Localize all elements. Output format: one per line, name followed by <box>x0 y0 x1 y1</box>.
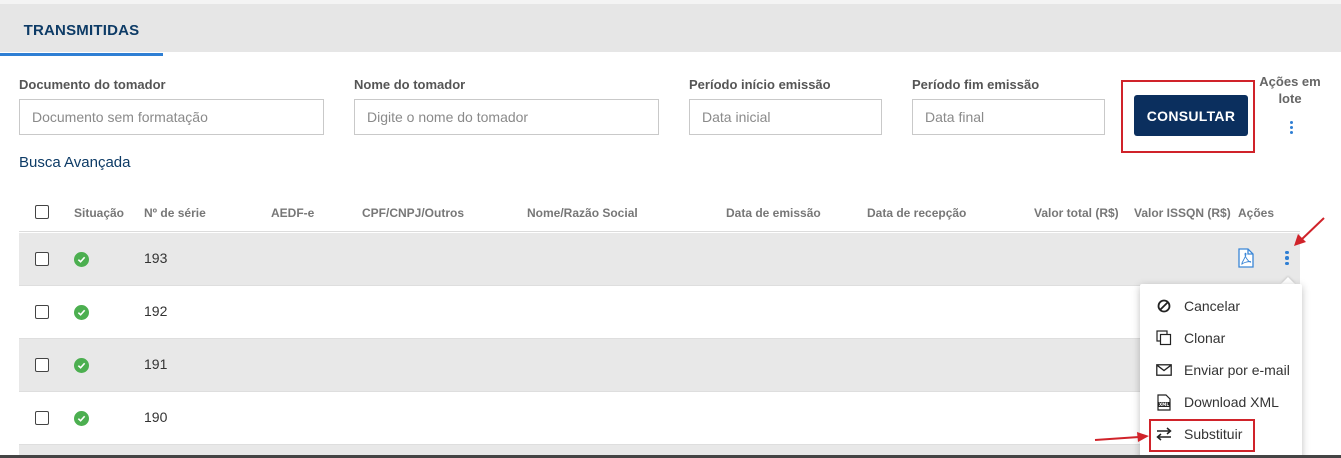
table-header: Situação Nº de série AEDF-e CPF/CNPJ/Out… <box>19 194 1300 232</box>
menu-item-label: Download XML <box>1184 394 1279 410</box>
data-inicial-input[interactable] <box>689 99 882 135</box>
header-emissao: Data de emissão <box>726 206 821 220</box>
svg-text:XML: XML <box>1159 402 1169 407</box>
annotation-arrow-kebab <box>1294 217 1325 246</box>
menu-item-enviar-email[interactable]: Enviar por e-mail <box>1140 354 1302 386</box>
menu-caret <box>1281 277 1295 284</box>
row-actions-menu-icon[interactable] <box>1280 249 1294 267</box>
row-checkbox[interactable] <box>35 358 49 372</box>
copy-icon <box>1156 330 1172 346</box>
menu-item-label: Enviar por e-mail <box>1184 362 1290 378</box>
header-aedf: AEDF-e <box>271 206 315 220</box>
menu-item-label: Clonar <box>1184 330 1226 346</box>
header-valor-issqn: Valor ISSQN (R$) <box>1134 206 1231 220</box>
header-nome: Nome/Razão Social <box>527 206 638 220</box>
select-all-checkbox[interactable] <box>35 205 49 219</box>
fim-label: Período fim emissão <box>912 77 1040 92</box>
annotation-arrow-substituir <box>1094 432 1149 442</box>
consultar-button[interactable]: CONSULTAR <box>1134 95 1248 136</box>
header-cpf: CPF/CNPJ/Outros <box>362 206 465 220</box>
ban-icon <box>1156 298 1172 314</box>
header-recepcao: Data de recepção <box>867 206 967 220</box>
menu-item-cancelar[interactable]: Cancelar <box>1140 290 1302 322</box>
pdf-icon[interactable] <box>1238 248 1254 268</box>
documento-input[interactable] <box>19 99 324 135</box>
menu-item-clonar[interactable]: Clonar <box>1140 322 1302 354</box>
menu-item-label: Cancelar <box>1184 298 1241 314</box>
data-final-input[interactable] <box>912 99 1105 135</box>
page: TRANSMITIDAS Documento do tomador Nome d… <box>0 0 1341 458</box>
row-serie: 193 <box>144 250 168 266</box>
table-row[interactable]: 192 <box>19 286 1300 339</box>
busca-avancada-link[interactable]: Busca Avançada <box>19 154 130 171</box>
table-row[interactable]: 193 <box>19 233 1300 286</box>
table-row[interactable]: 191 <box>19 339 1300 392</box>
acoes-em-lote-label: Ações em lote <box>1252 73 1328 107</box>
tab-bar: TRANSMITIDAS <box>0 0 1341 56</box>
nome-input[interactable] <box>354 99 659 135</box>
nome-label: Nome do tomador <box>354 77 466 92</box>
check-circle-icon <box>74 252 89 267</box>
inicio-label: Período início emissão <box>689 77 831 92</box>
substituir-highlight-box <box>1149 419 1255 452</box>
menu-item-download-xml[interactable]: XML Download XML <box>1140 386 1302 418</box>
row-serie: 190 <box>144 409 168 425</box>
header-acoes: Ações <box>1238 206 1275 220</box>
envelope-icon <box>1156 362 1172 378</box>
xml-file-icon: XML <box>1156 393 1172 411</box>
header-valor-total: Valor total (R$) <box>1034 206 1119 220</box>
tab-transmitidas[interactable]: TRANSMITIDAS <box>0 8 163 56</box>
check-circle-icon <box>74 411 89 426</box>
check-circle-icon <box>74 305 89 320</box>
row-checkbox[interactable] <box>35 411 49 425</box>
acoes-em-lote-menu-icon[interactable] <box>1283 118 1299 136</box>
row-checkbox[interactable] <box>35 252 49 266</box>
row-checkbox[interactable] <box>35 305 49 319</box>
header-serie: Nº de série <box>144 206 206 220</box>
header-situacao: Situação <box>74 206 125 220</box>
row-serie: 191 <box>144 356 168 372</box>
acoes-em-lote-line-1: Ações em <box>1259 74 1321 89</box>
acoes-em-lote-line-2: lote <box>1278 91 1302 106</box>
documento-label: Documento do tomador <box>19 77 166 92</box>
row-serie: 192 <box>144 303 168 319</box>
check-circle-icon <box>74 358 89 373</box>
